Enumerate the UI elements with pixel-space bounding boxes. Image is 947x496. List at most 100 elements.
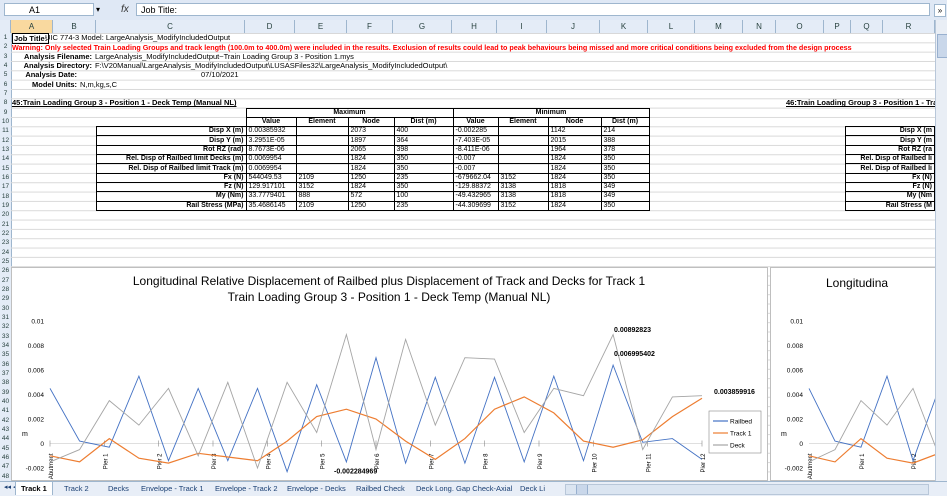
row-header-39[interactable]: 39 <box>0 388 11 397</box>
column-header-e[interactable]: E <box>295 20 347 33</box>
row-header-43[interactable]: 43 <box>0 425 11 434</box>
column-header-i[interactable]: I <box>497 20 547 33</box>
table-cell[interactable]: 2109 <box>295 172 349 183</box>
column-header-g[interactable]: G <box>393 20 452 33</box>
row-label[interactable]: Disp Y (m) <box>96 135 247 146</box>
row-header-26[interactable]: 26 <box>0 266 11 275</box>
horizontal-scrollbar[interactable] <box>565 484 929 495</box>
row-header-37[interactable]: 37 <box>0 369 11 378</box>
row-header-41[interactable]: 41 <box>0 406 11 415</box>
row-header-13[interactable]: 13 <box>0 145 11 154</box>
sheet-tab-decks[interactable]: Decks <box>103 482 134 495</box>
section-title[interactable]: 45:Train Loading Group 3 - Position 1 - … <box>12 98 236 107</box>
row-label-right[interactable]: Rail Stress (M <box>845 200 935 211</box>
sheet-tab-envelope-decks[interactable]: Envelope - Decks <box>282 482 351 495</box>
row-header-12[interactable]: 12 <box>0 136 11 145</box>
table-cell[interactable]: 1824 <box>347 181 395 193</box>
right-chart[interactable]: Longitudina m 0.01 0.008 0.006 0.004 0.002 0 -… <box>770 267 935 481</box>
table-cell[interactable]: 1824 <box>547 163 602 174</box>
row-label[interactable]: Rail Stress (MPa) <box>96 200 247 211</box>
sheet-tab-envelope-track-1[interactable]: Envelope - Track 1 <box>136 482 209 495</box>
row-header-10[interactable]: 10 <box>0 117 11 126</box>
table-cell[interactable]: 350 <box>600 163 650 174</box>
sheet-tab-railbed-check[interactable]: Railbed Check <box>351 482 410 495</box>
table-cell[interactable]: 1824 <box>347 163 395 174</box>
table-cell[interactable]: 3138 <box>497 191 549 202</box>
row-header-3[interactable]: 3 <box>0 52 11 61</box>
table-cell[interactable]: 235 <box>393 200 454 211</box>
table-cell[interactable]: 350 <box>393 163 454 174</box>
row-header-25[interactable]: 25 <box>0 257 11 266</box>
table-cell[interactable]: -49.432965 <box>452 191 499 202</box>
table-cell[interactable]: 1818 <box>547 191 602 202</box>
row-label-right[interactable]: Disp Y (m <box>845 135 935 146</box>
column-header-m[interactable]: M <box>695 20 743 33</box>
row-header-46[interactable]: 46 <box>0 453 11 462</box>
sheet-tab-track-1[interactable]: Track 1 <box>15 482 53 495</box>
row-header-31[interactable]: 31 <box>0 313 11 322</box>
column-header-f[interactable]: F <box>347 20 393 33</box>
table-cell[interactable]: 2073 <box>347 126 395 137</box>
table-cell[interactable]: 400 <box>393 126 454 137</box>
table-cell[interactable]: 572 <box>347 191 395 202</box>
analysis-filename-value[interactable]: LargeAnalysis_ModifyIncludedOutput~Train… <box>95 52 354 61</box>
table-cell[interactable]: 129.917101 <box>245 181 297 193</box>
table-cell[interactable]: -7.403E-05 <box>452 135 499 146</box>
sheet-tab-track-2[interactable]: Track 2 <box>59 482 94 495</box>
table-cell[interactable] <box>497 135 549 146</box>
table-cell[interactable] <box>295 154 349 165</box>
table-cell[interactable]: 1824 <box>347 154 395 165</box>
row-header-2[interactable]: 2 <box>0 42 11 51</box>
row-header-48[interactable]: 48 <box>0 472 11 481</box>
worksheet-grid[interactable]: Job Title: UIC 774-3 Model: LargeAnalysi… <box>11 33 935 481</box>
row-header-24[interactable]: 24 <box>0 248 11 257</box>
table-cell[interactable]: 3152 <box>295 181 349 193</box>
row-header-22[interactable]: 22 <box>0 229 11 238</box>
column-header-q[interactable]: Q <box>851 20 883 33</box>
row-label[interactable]: Fx (N) <box>96 172 247 183</box>
row-label-right[interactable]: Rot RZ (ra <box>845 144 935 156</box>
vertical-scroll-thumb[interactable] <box>937 34 947 58</box>
table-cell[interactable]: 350 <box>600 200 650 211</box>
row-header-20[interactable]: 20 <box>0 210 11 219</box>
table-cell[interactable] <box>497 144 549 156</box>
table-cell[interactable]: -129.88372 <box>452 181 499 193</box>
table-cell[interactable]: 350 <box>393 181 454 193</box>
row-header-8[interactable]: 8 <box>0 98 11 107</box>
table-cell[interactable]: -0.007 <box>452 163 499 174</box>
row-header-4[interactable]: 4 <box>0 61 11 70</box>
row-header-1[interactable]: 1 <box>0 33 11 42</box>
table-cell[interactable]: 3152 <box>497 172 549 183</box>
table-cell[interactable]: -0.002285 <box>452 126 499 137</box>
row-label[interactable]: Rot RZ (rad) <box>96 144 247 156</box>
row-header-47[interactable]: 47 <box>0 462 11 471</box>
row-header-33[interactable]: 33 <box>0 332 11 341</box>
insert-function-button[interactable]: fx <box>121 4 129 15</box>
expand-formula-bar-icon[interactable]: » <box>934 4 946 17</box>
table-cell[interactable]: 350 <box>393 154 454 165</box>
table-cell[interactable]: -44.309699 <box>452 200 499 211</box>
table-cell[interactable]: 388 <box>600 135 650 146</box>
row-header-18[interactable]: 18 <box>0 192 11 201</box>
job-title-value[interactable]: UIC 774-3 Model: LargeAnalysis_ModifyInc… <box>45 33 230 42</box>
row-header-27[interactable]: 27 <box>0 276 11 285</box>
table-cell[interactable]: 0.0069954 <box>245 163 297 174</box>
column-header-b[interactable]: B <box>53 20 96 33</box>
table-cell[interactable]: 1142 <box>547 126 602 137</box>
analysis-date-value[interactable]: 07/10/2021 <box>201 70 239 79</box>
table-cell[interactable] <box>295 163 349 174</box>
column-header-n[interactable]: N <box>743 20 776 33</box>
table-cell[interactable]: 1824 <box>547 154 602 165</box>
column-header-o[interactable]: O <box>776 20 824 33</box>
table-cell[interactable]: 349 <box>600 181 650 193</box>
table-cell[interactable]: 349 <box>600 191 650 202</box>
sheet-tab-deck-long-gap-check-axial[interactable]: Deck Long. Gap Check-Axial <box>411 482 517 495</box>
main-chart[interactable]: Longitudinal Relative Displacement of Ra… <box>11 267 768 481</box>
analysis-directory-value[interactable]: F:\V20Manual\LargeAnalysis_ModifyInclude… <box>95 61 447 70</box>
table-cell[interactable]: 378 <box>600 144 650 156</box>
analysis-directory-label[interactable]: Analysis Directory: <box>12 61 92 70</box>
column-header-c[interactable]: C <box>96 20 245 33</box>
row-header-6[interactable]: 6 <box>0 80 11 89</box>
table-cell[interactable]: 8.7673E-06 <box>245 144 297 156</box>
row-header-30[interactable]: 30 <box>0 304 11 313</box>
